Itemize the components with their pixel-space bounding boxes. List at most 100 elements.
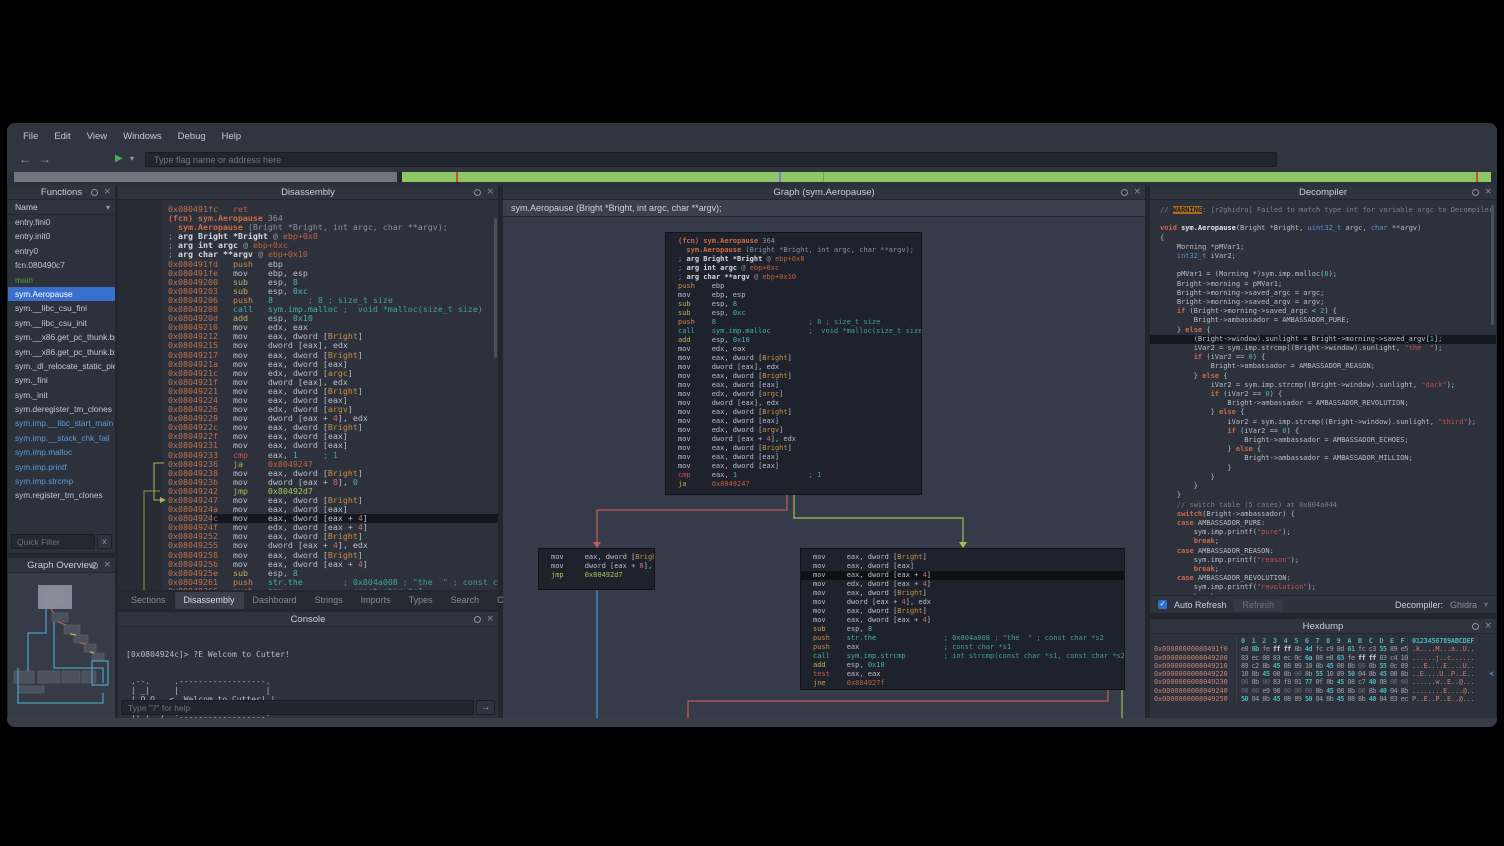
code-line[interactable]: sub esp, 0xc bbox=[678, 309, 909, 318]
code-line[interactable]: mov eax, dword [Bright] bbox=[813, 607, 1112, 616]
function-item[interactable]: sym.register_tm_clones bbox=[8, 488, 115, 502]
function-item[interactable]: sym.deregister_tm_clones bbox=[8, 402, 115, 416]
code-line[interactable]: Morning *pMVar1; bbox=[1160, 243, 1496, 252]
function-item[interactable]: sym._fini bbox=[8, 373, 115, 387]
tab-dashboard[interactable]: Dashboard bbox=[244, 592, 306, 609]
code-line[interactable]: ja 0x8049247 bbox=[678, 480, 909, 489]
clear-filter-button[interactable]: x bbox=[97, 534, 112, 549]
code-line[interactable]: sym.imp.printf("reason"); bbox=[1160, 556, 1496, 565]
function-item[interactable]: entry.init0 bbox=[8, 229, 115, 243]
tab-disassembly[interactable]: Disassembly bbox=[175, 592, 244, 609]
code-line[interactable]: { bbox=[1160, 234, 1496, 243]
quick-filter-input[interactable] bbox=[11, 534, 95, 549]
memory-map-bar[interactable] bbox=[14, 172, 1491, 182]
code-line[interactable]: mov eax, dword [eax] bbox=[678, 453, 909, 462]
basic-block-false[interactable]: mov eax, dword [Bright]mov dword [eax + … bbox=[538, 548, 655, 590]
play-dropdown-icon[interactable]: ▾ bbox=[130, 154, 134, 163]
code-line[interactable]: mov dword [eax + 4], edx bbox=[678, 435, 909, 444]
auto-refresh-checkbox[interactable]: ✓ bbox=[1158, 600, 1167, 609]
hexdump-body[interactable]: 0 1 2 3 4 5 6 7 8 9 A B C D E F 01234567… bbox=[1150, 634, 1496, 718]
function-item[interactable]: sym._dl_relocate_static_pie bbox=[8, 359, 115, 373]
code-line[interactable]: mov eax, dword [eax + 4] bbox=[801, 571, 1124, 580]
console-send-button[interactable]: → bbox=[476, 700, 495, 715]
code-line[interactable]: push 8 ; 8 ; size_t size bbox=[678, 318, 909, 327]
code-line[interactable]: Bright->ambassador = AMBASSADOR_REVOLUTI… bbox=[1160, 399, 1496, 408]
function-item[interactable]: sym.imp.__stack_chk_fail bbox=[8, 431, 115, 445]
code-line[interactable]: sub esp, 8 bbox=[813, 625, 1112, 634]
code-line[interactable]: ; arg int argc @ ebp+0xc bbox=[678, 264, 909, 273]
menu-item-help[interactable]: Help bbox=[222, 131, 242, 149]
hexdump-row[interactable]: 0x000000000804921089 c2 8b 45 08 89 10 8… bbox=[1154, 662, 1496, 670]
code-line[interactable]: sub esp, 8 bbox=[678, 300, 909, 309]
menu-item-debug[interactable]: Debug bbox=[178, 131, 206, 149]
code-line[interactable]: mov eax, dword [Bright] bbox=[678, 354, 909, 363]
code-line[interactable]: int32_t iVar2; bbox=[1160, 252, 1496, 261]
code-line[interactable]: mov eax, dword [Bright] bbox=[813, 553, 1112, 562]
code-line[interactable]: sym.imp.printf("revolution"); bbox=[1160, 583, 1496, 592]
code-line[interactable]: Bright->morning->saved_argv = argv; bbox=[1160, 298, 1496, 307]
back-button[interactable]: ← bbox=[19, 152, 31, 166]
code-line[interactable]: mov eax, dword [Bright] bbox=[678, 372, 909, 381]
close-icon[interactable]: × bbox=[103, 188, 111, 197]
menu-item-edit[interactable]: Edit bbox=[54, 131, 70, 149]
tab-imports[interactable]: Imports bbox=[352, 592, 400, 609]
code-line[interactable]: Bright->morning = pMVar1; bbox=[1160, 280, 1496, 289]
code-line[interactable]: // switch table (5 cases) at 0x804a044 bbox=[1160, 501, 1496, 510]
hexdump-row[interactable]: 0x000000000804925050 04 8b 45 08 89 50 0… bbox=[1154, 695, 1496, 703]
graph-canvas[interactable]: (fcn) sym.Aeropause 364 sym.Aeropause (B… bbox=[503, 217, 1145, 718]
code-line[interactable] bbox=[1160, 261, 1496, 270]
function-item[interactable]: main bbox=[8, 273, 115, 287]
function-item[interactable]: fcn.080490c7 bbox=[8, 258, 115, 272]
code-line[interactable]: add esp, 0x10 bbox=[678, 336, 909, 345]
code-line[interactable]: push ebp bbox=[678, 282, 909, 291]
code-line[interactable]: } else { bbox=[1160, 408, 1496, 417]
code-line[interactable]: push eax ; const char *s1 bbox=[813, 643, 1112, 652]
code-line[interactable]: iVar2 = sym.imp.strcmp((Bright->window).… bbox=[1160, 381, 1496, 390]
code-line[interactable]: Bright->ambassador = AMBASSADOR_ECHOES; bbox=[1160, 436, 1496, 445]
code-line[interactable]: mov dword [eax + 4], edx bbox=[813, 598, 1112, 607]
panel-menu-icon[interactable] bbox=[1472, 623, 1479, 630]
code-line[interactable]: (Bright->window).sunlight = Bright->morn… bbox=[1150, 335, 1496, 344]
code-line[interactable]: switch(Bright->ambassador) { bbox=[1160, 510, 1496, 519]
code-line[interactable]: mov eax, dword [eax + 4] bbox=[813, 616, 1112, 625]
code-line[interactable]: mov eax, dword [Bright] bbox=[551, 553, 642, 562]
decompiler-code[interactable]: // WARNING: [r2ghidra] Failed to match t… bbox=[1150, 200, 1496, 595]
panel-menu-icon[interactable] bbox=[474, 616, 481, 623]
code-line[interactable]: test eax, eax bbox=[813, 670, 1112, 679]
panel-menu-icon[interactable] bbox=[1472, 189, 1479, 196]
code-line[interactable]: if (iVar2 == 0) { bbox=[1160, 427, 1496, 436]
code-line[interactable]: Bright->ambassador = AMBASSADOR_PURE; bbox=[1160, 316, 1496, 325]
functions-name-header[interactable]: Name ▾ bbox=[8, 200, 115, 215]
hexdump-row[interactable]: 0x000000000804920083 ec 08 83 ec 0c 6a 0… bbox=[1154, 654, 1496, 662]
code-line[interactable]: mov dword [eax], edx bbox=[678, 363, 909, 372]
code-line[interactable]: sym.imp.printf("pure"); bbox=[1160, 528, 1496, 537]
code-line[interactable]: (fcn) sym.Aeropause 364 bbox=[678, 237, 909, 246]
panel-menu-icon[interactable] bbox=[91, 189, 98, 196]
code-line[interactable]: if (iVar2 == 0) { bbox=[1160, 353, 1496, 362]
close-icon[interactable]: × bbox=[103, 561, 111, 570]
code-line[interactable]: Bright->morning->saved_argc = argc; bbox=[1160, 289, 1496, 298]
function-item[interactable]: sym.imp.malloc bbox=[8, 445, 115, 459]
code-line[interactable]: } else { bbox=[1160, 326, 1496, 335]
close-icon[interactable]: × bbox=[1484, 188, 1492, 197]
code-line[interactable]: case AMBASSADOR_REASON: bbox=[1160, 547, 1496, 556]
code-line[interactable]: break; bbox=[1160, 565, 1496, 574]
function-item[interactable]: sym.imp.__libc_start_main bbox=[8, 416, 115, 430]
code-line[interactable]: Bright->ambassador = AMBASSADOR_REASON; bbox=[1160, 362, 1496, 371]
code-line[interactable]: } bbox=[1160, 491, 1496, 500]
hexdump-row[interactable]: 0x00000000080491f0e8 6b fe ff ff 8b 4d f… bbox=[1154, 645, 1496, 653]
panel-menu-icon[interactable] bbox=[91, 562, 98, 569]
code-line[interactable]: mov eax, dword [eax] bbox=[813, 562, 1112, 571]
function-item[interactable]: sym.__x86.get_pc_thunk.bp bbox=[8, 330, 115, 344]
panel-menu-icon[interactable] bbox=[474, 189, 481, 196]
code-line[interactable]: mov eax, dword [Bright] bbox=[813, 589, 1112, 598]
code-line[interactable]: ; arg char **argv @ ebp+0x10 bbox=[678, 273, 909, 282]
code-line[interactable]: cmp eax, 1 ; 1 bbox=[678, 471, 909, 480]
forward-button[interactable]: → bbox=[39, 152, 51, 166]
code-line[interactable]: break; bbox=[1160, 537, 1496, 546]
code-line[interactable]: mov eax, dword [eax] bbox=[678, 381, 909, 390]
menu-item-file[interactable]: File bbox=[23, 131, 38, 149]
menu-item-view[interactable]: View bbox=[87, 131, 107, 149]
code-line[interactable]: mov eax, dword [Bright] bbox=[678, 444, 909, 453]
code-line[interactable]: jmp 0x80492d7 bbox=[551, 571, 642, 580]
